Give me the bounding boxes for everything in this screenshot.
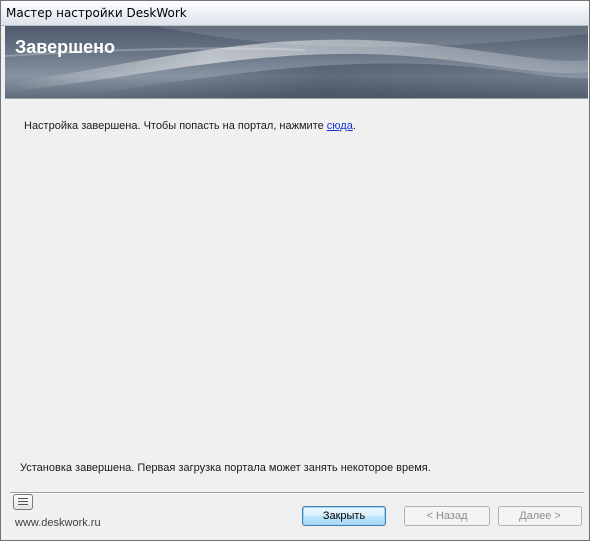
page-title: Завершено — [15, 37, 116, 57]
wizard-window: Мастер настройки DeskWork Завершено Наст… — [0, 0, 590, 541]
website-label: www.deskwork.ru — [15, 517, 101, 529]
completion-message: Настройка завершена. Чтобы попасть на по… — [24, 120, 356, 132]
header-banner: Завершено — [5, 26, 588, 98]
footer-divider — [10, 492, 584, 494]
title-bar[interactable]: Мастер настройки DeskWork — [1, 1, 589, 26]
window-title: Мастер настройки DeskWork — [6, 6, 187, 20]
portal-link[interactable]: сюда — [327, 120, 353, 132]
notes-icon[interactable] — [13, 494, 33, 510]
completion-message-text: Настройка завершена. Чтобы попасть на по… — [24, 120, 327, 132]
close-button[interactable]: Закрыть — [302, 506, 386, 526]
completion-message-suffix: . — [352, 120, 356, 132]
next-button[interactable]: Далее > — [498, 506, 582, 526]
back-button[interactable]: < Назад — [404, 506, 490, 526]
banner-divider — [5, 98, 588, 99]
install-status-text: Установка завершена. Первая загрузка пор… — [20, 462, 431, 474]
